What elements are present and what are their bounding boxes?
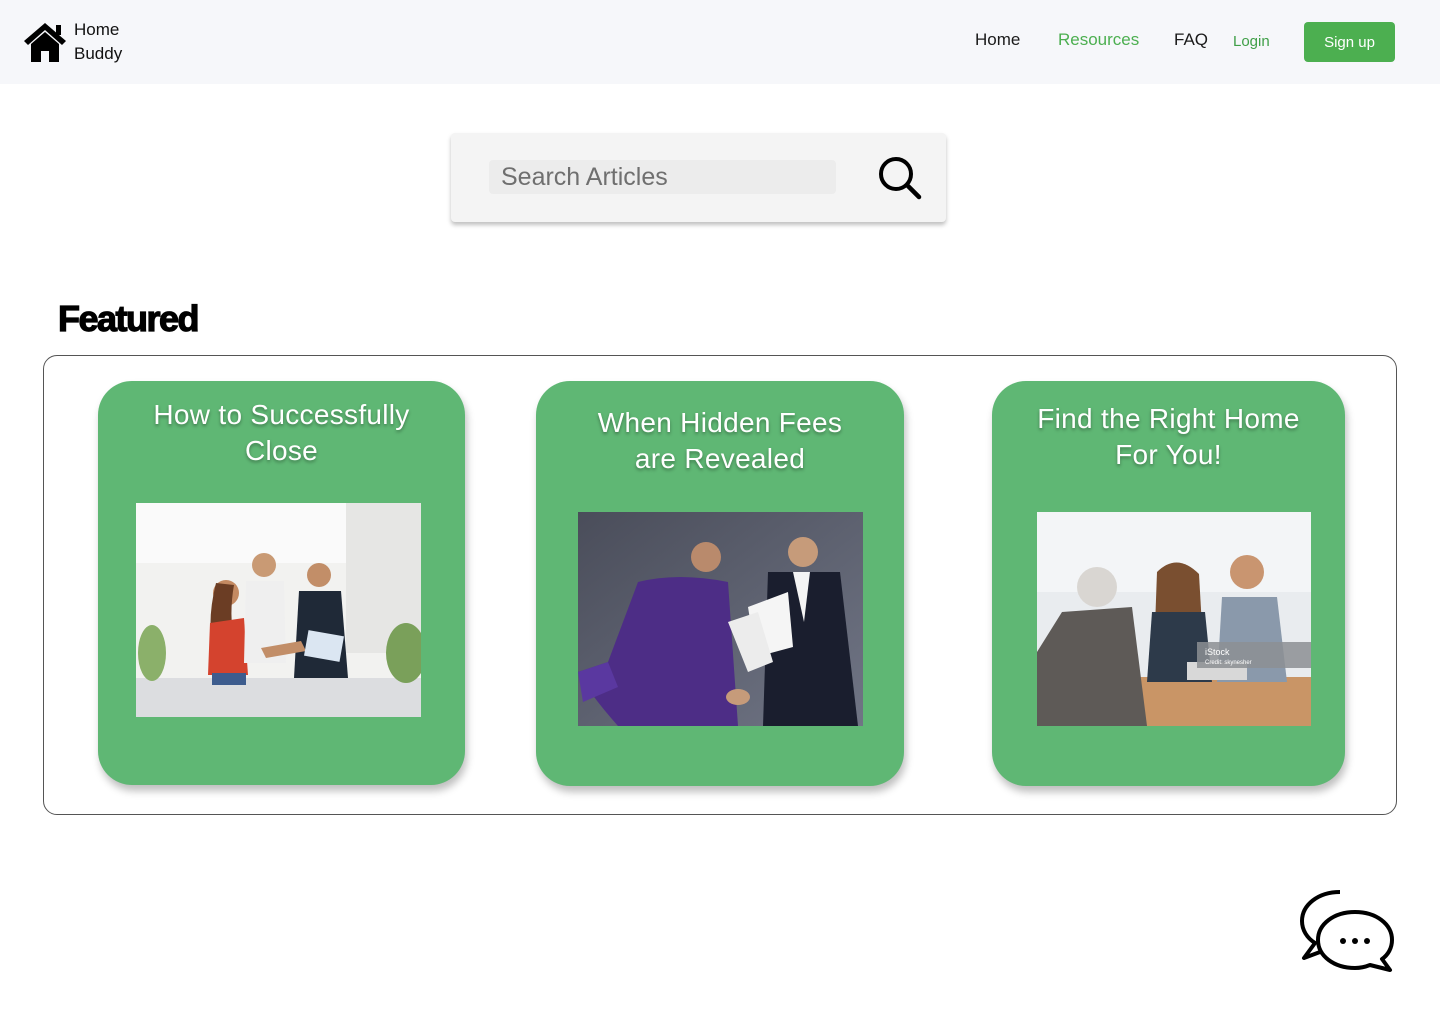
nav-faq-link[interactable]: FAQ — [1174, 30, 1208, 50]
signup-button[interactable]: Sign up — [1304, 22, 1395, 62]
house-icon — [24, 23, 66, 62]
search-container — [451, 133, 946, 222]
handshake-photo — [136, 503, 421, 717]
business-argument-photo — [578, 512, 863, 726]
image-caption: iStock — [1205, 647, 1230, 657]
brand-name-line2: Buddy — [74, 44, 123, 63]
top-nav-bar: Home Buddy Home Resources FAQ Login Sign… — [0, 0, 1440, 84]
meeting-photo: iStock Credit: skynesher — [1037, 512, 1311, 726]
article-card[interactable]: When Hidden Fees are Revealed — [536, 381, 904, 786]
article-card[interactable]: How to Successfully Close — [98, 381, 465, 785]
nav-resources-link[interactable]: Resources — [1058, 30, 1139, 50]
brand-name-line1: Home — [74, 20, 120, 39]
image-credit: Credit: skynesher — [1205, 660, 1252, 666]
search-icon[interactable] — [877, 155, 923, 201]
article-title: Find the Right Home For You! — [1037, 403, 1300, 470]
nav-home-link[interactable]: Home — [975, 30, 1020, 50]
featured-panel: How to Successfully Close When Hidden Fe… — [43, 355, 1397, 815]
brand-logo[interactable]: Home Buddy — [22, 18, 122, 66]
featured-heading: Featured — [57, 297, 200, 339]
article-title: When Hidden Fees are Revealed — [597, 407, 843, 474]
brand-name: Home Buddy — [74, 18, 122, 66]
article-title: How to Successfully Close — [153, 399, 410, 466]
login-link[interactable]: Login — [1233, 33, 1270, 50]
article-card[interactable]: Find the Right Home For You! iStock Cred… — [992, 381, 1345, 786]
search-input[interactable] — [489, 160, 836, 194]
chat-bubbles-icon[interactable] — [1294, 884, 1396, 974]
